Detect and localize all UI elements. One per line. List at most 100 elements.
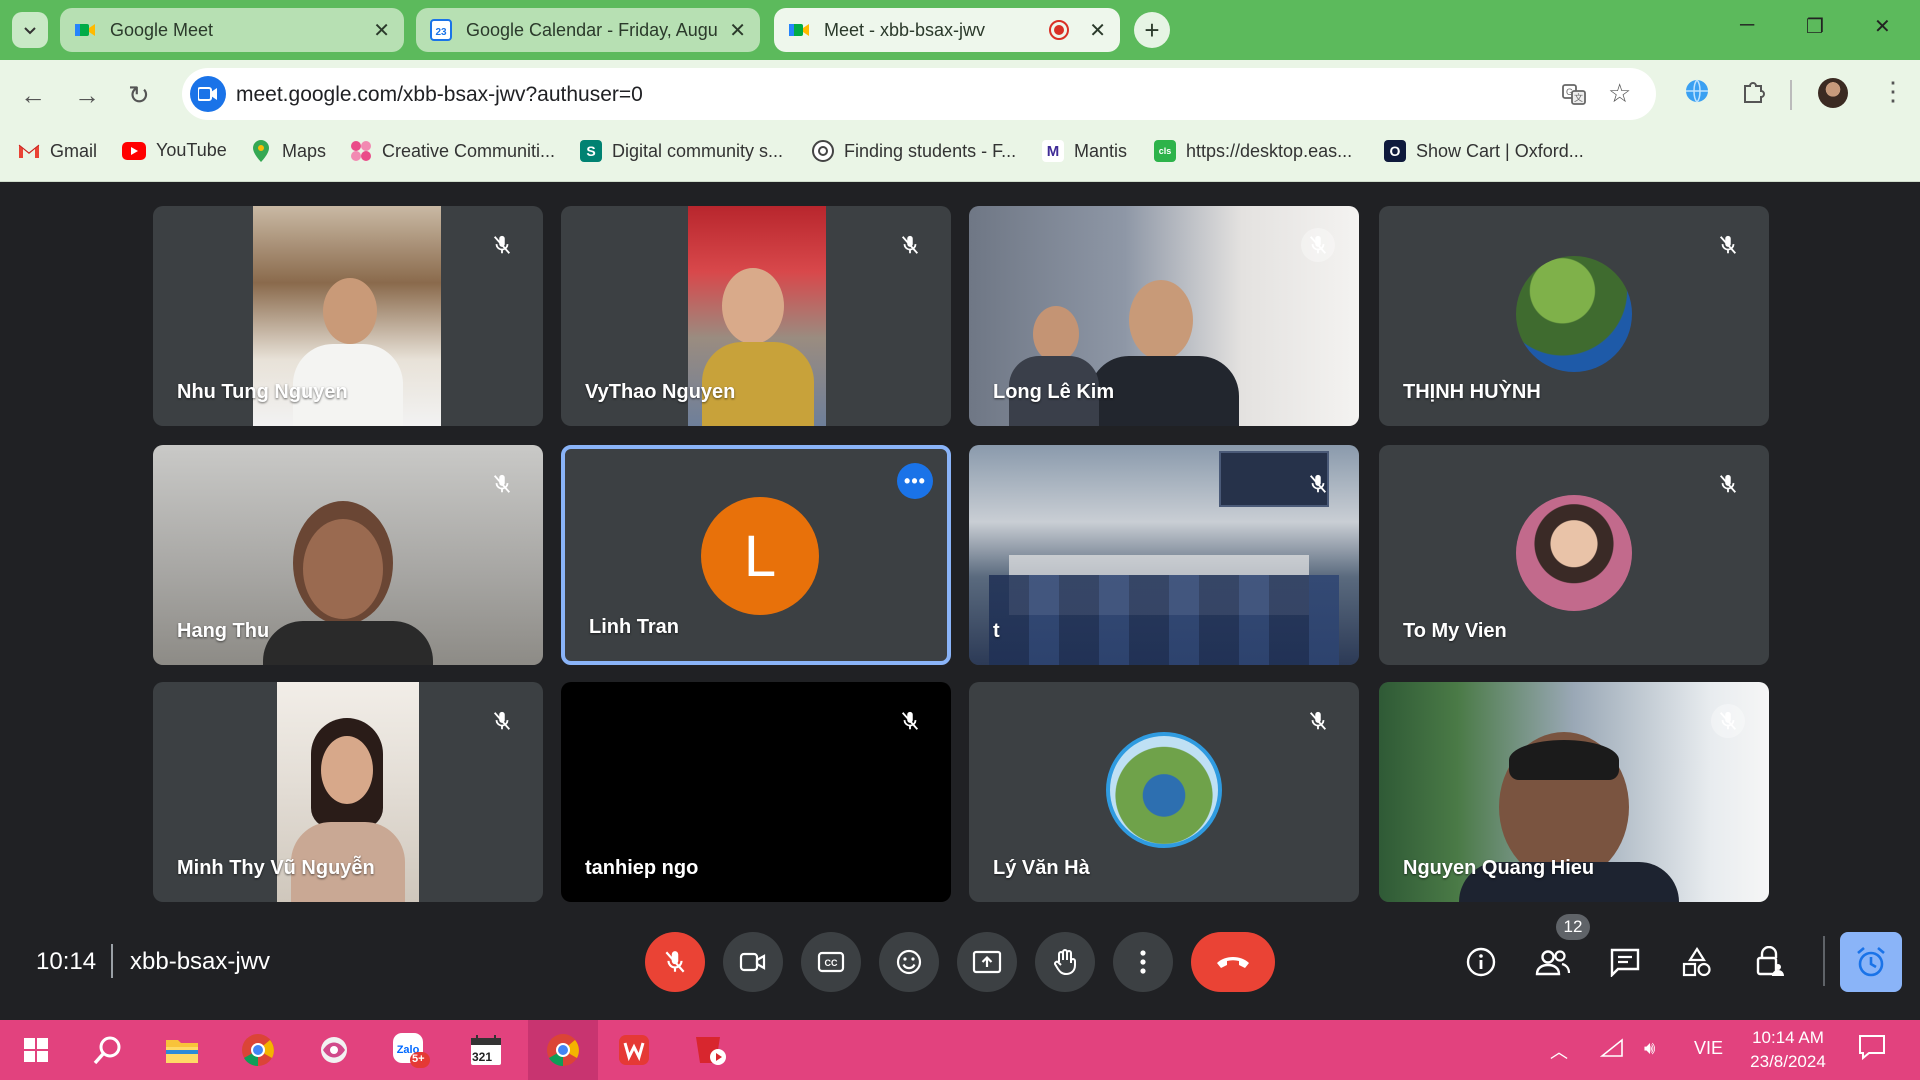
input-language[interactable]: VIE [1694, 1038, 1723, 1059]
lock-person-icon [1756, 946, 1784, 976]
close-tab-icon[interactable]: ✕ [729, 18, 746, 43]
bookmark-mantis[interactable]: M Mantis [1042, 140, 1127, 162]
participant-name: Hang Thu [177, 620, 270, 642]
participant-tile[interactable]: t [969, 445, 1359, 665]
emoji-icon [896, 949, 922, 975]
captions-button[interactable]: CC [801, 932, 861, 992]
tab-google-meet[interactable]: Google Meet ✕ [60, 8, 404, 52]
notifications-icon[interactable] [1858, 1034, 1886, 1065]
bookmark-maps[interactable]: Maps [250, 140, 326, 162]
participant-tile[interactable]: VyThao Nguyen [561, 206, 951, 426]
bookmark-youtube[interactable]: YouTube [122, 140, 227, 161]
captions-icon: CC [817, 951, 845, 973]
extension-globe-icon[interactable] [1684, 78, 1710, 110]
forward-icon[interactable]: → [74, 80, 100, 111]
more-options-button[interactable]: ••• [897, 463, 933, 499]
calendar-badge: 321 [472, 1050, 493, 1064]
chat-button[interactable] [1603, 940, 1647, 984]
leave-call-button[interactable] [1191, 932, 1275, 992]
participant-tile-selected[interactable]: L ••• Linh Tran [561, 445, 951, 665]
alarm-button[interactable] [1840, 932, 1902, 992]
people-icon [1535, 950, 1571, 976]
windows-start-icon[interactable] [14, 1028, 58, 1072]
info-divider [111, 944, 113, 978]
participant-tile[interactable]: Nguyen Quang Hieu [1379, 682, 1769, 902]
info-icon [1466, 947, 1496, 977]
participant-tile[interactable]: THỊNH HUỲNH [1379, 206, 1769, 426]
search-icon[interactable] [86, 1028, 130, 1072]
zalo-icon[interactable]: Zalo 5+ [388, 1028, 432, 1072]
present-screen-button[interactable] [957, 932, 1017, 992]
calendar-app-icon[interactable]: 321 [464, 1028, 508, 1072]
participant-name: Minh Thy Vũ Nguyễn [177, 857, 375, 879]
meeting-clock: 10:14 [36, 948, 97, 975]
mic-off-icon [485, 704, 519, 738]
system-clock[interactable]: 10:14 AM 23/8/2024 [1728, 1026, 1848, 1074]
reload-icon[interactable]: ↻ [128, 80, 150, 111]
close-window-icon[interactable]: ✕ [1874, 14, 1891, 39]
activities-button[interactable] [1675, 940, 1719, 984]
restore-icon[interactable]: ❐ [1806, 14, 1824, 39]
svg-text:文: 文 [1574, 92, 1583, 104]
participant-tile[interactable]: Lý Văn Hà [969, 682, 1359, 902]
site-info-icon[interactable] [190, 76, 226, 112]
chrome-active-icon[interactable] [528, 1020, 598, 1080]
participant-tile[interactable]: Minh Thy Vũ Nguyễn [153, 682, 543, 902]
close-tab-icon[interactable]: ✕ [373, 18, 390, 43]
raise-hand-button[interactable] [1035, 932, 1095, 992]
more-options-menu-button[interactable] [1113, 932, 1173, 992]
recording-indicator-icon [1049, 20, 1070, 40]
bookmark-gmail[interactable]: Gmail [18, 140, 97, 162]
participant-name: To My Vien [1403, 620, 1507, 642]
new-tab-button[interactable]: + [1134, 12, 1170, 48]
toggle-camera-button[interactable] [723, 932, 783, 992]
tab-google-calendar[interactable]: 23 Google Calendar - Friday, Augu ✕ [416, 8, 760, 52]
svg-text:CC: CC [825, 958, 838, 968]
participant-avatar [1106, 732, 1222, 848]
bookmark-star-icon[interactable]: ☆ [1608, 78, 1631, 109]
participant-tile[interactable]: Long Lê Kim [969, 206, 1359, 426]
extensions-puzzle-icon[interactable] [1740, 78, 1766, 110]
volume-icon[interactable]: 🔊︎ [1644, 1038, 1655, 1059]
chrome-icon[interactable] [236, 1028, 280, 1072]
meeting-details-button[interactable] [1459, 940, 1503, 984]
host-controls-button[interactable] [1747, 940, 1791, 984]
wps-office-icon[interactable] [612, 1028, 656, 1072]
controls-divider [1823, 936, 1825, 986]
participant-avatar [1516, 256, 1632, 372]
participant-tile[interactable]: Hang Thu [153, 445, 543, 665]
reactions-button[interactable] [879, 932, 939, 992]
address-bar[interactable]: meet.google.com/xbb-bsax-jwv?authuser=0 … [182, 68, 1656, 120]
participant-tile[interactable]: Nhu Tung Nguyen [153, 206, 543, 426]
bookmark-finding-students[interactable]: Finding students - F... [812, 140, 1016, 162]
minimize-icon[interactable]: ─ [1740, 14, 1754, 37]
bookmark-oxford-cart[interactable]: O Show Cart | Oxford... [1384, 140, 1584, 162]
tab-meet-active[interactable]: Meet - xbb-bsax-jwv ✕ [774, 8, 1120, 52]
participant-tile[interactable]: To My Vien [1379, 445, 1769, 665]
bookmark-creative-community[interactable]: Creative Communiti... [350, 140, 555, 162]
bookmark-digital-community[interactable]: S Digital community s... [580, 140, 783, 162]
pinned-app-icon[interactable] [312, 1028, 356, 1072]
participant-count-badge: 12 [1556, 914, 1590, 940]
video-editor-icon[interactable] [688, 1028, 732, 1072]
back-icon[interactable]: ← [20, 80, 46, 111]
participant-tile[interactable]: tanhiep ngo [561, 682, 951, 902]
chevron-down-icon [24, 27, 36, 35]
network-icon[interactable] [1599, 1038, 1624, 1063]
profile-avatar[interactable] [1818, 78, 1848, 108]
toggle-mic-button[interactable] [645, 932, 705, 992]
people-button[interactable] [1531, 940, 1575, 984]
show-hidden-icons-icon[interactable]: ︿ [1550, 1038, 1568, 1064]
meeting-code: xbb-bsax-jwv [130, 948, 271, 975]
tab-title: Meet - xbb-bsax-jwv [824, 19, 986, 40]
mic-off-icon [665, 951, 685, 973]
tab-search-button[interactable] [12, 12, 48, 48]
close-tab-icon[interactable]: ✕ [1089, 18, 1106, 43]
bookmark-desktop-eas[interactable]: cls https://desktop.eas... [1154, 140, 1352, 162]
mantis-icon: M [1042, 140, 1064, 162]
file-explorer-icon[interactable] [160, 1028, 204, 1072]
translate-icon[interactable]: G文 [1562, 82, 1586, 112]
system-time: 10:14 AM [1752, 1028, 1824, 1047]
browser-menu-icon[interactable]: ⋮ [1880, 76, 1906, 107]
participant-video [969, 445, 1359, 665]
